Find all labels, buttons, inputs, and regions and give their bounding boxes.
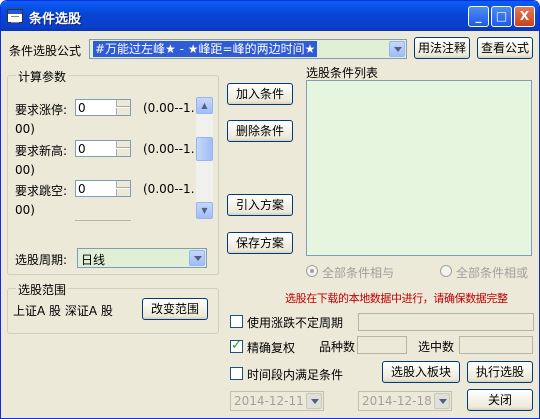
param-spinner[interactable]: 0: [75, 99, 131, 116]
unfixed-period-label: 使用涨跌不定周期: [247, 316, 344, 330]
params-group-label: 计算参数: [16, 68, 69, 85]
unfixed-period-checkbox[interactable]: [230, 315, 243, 328]
radio-all-and[interactable]: [306, 265, 318, 277]
param-range-end: 00): [15, 163, 35, 177]
param-range: (0.00--1.: [143, 142, 195, 156]
radio-all-or-label: 全部条件相或: [456, 266, 529, 280]
execute-selection-button[interactable]: 执行选股: [467, 361, 533, 383]
title-bar[interactable]: 条件选股 _ □ X: [1, 1, 539, 31]
date-to-picker[interactable]: 2014-12-18: [358, 391, 452, 411]
period-satisfy-checkbox[interactable]: [230, 367, 243, 380]
param-spinner[interactable]: 0: [75, 140, 131, 157]
period-label: 选股周期:: [15, 253, 68, 267]
param-value: 0: [78, 142, 86, 156]
range-group-label: 选股范围: [16, 281, 69, 298]
scroll-down-icon[interactable]: ▼: [196, 202, 213, 219]
date-from-picker[interactable]: 2014-12-11: [230, 391, 324, 411]
condition-stock-selection-window: 条件选股 _ □ X 条件选股公式 #万能过左峰★ - ★峰距=峰的两边时间★ …: [0, 0, 540, 419]
param-label: 要求涨停:: [15, 103, 68, 117]
chevron-down-icon[interactable]: [434, 393, 450, 409]
period-satisfy-label: 时间段内满足条件: [247, 368, 344, 382]
param-spinner[interactable]: 0: [75, 180, 131, 197]
chevron-down-icon[interactable]: [389, 41, 405, 57]
spin-down-icon[interactable]: [116, 108, 130, 115]
app-window-icon: [7, 9, 23, 23]
window-title: 条件选股: [29, 12, 82, 27]
spin-down-icon[interactable]: [116, 189, 130, 196]
close-window-button[interactable]: X: [514, 6, 535, 27]
precise-adjust-label: 精确复权: [247, 341, 296, 355]
period-value: 日线: [81, 253, 106, 267]
add-to-block-button[interactable]: 选股入板块: [382, 361, 460, 383]
radio-all-and-label: 全部条件相与: [322, 266, 395, 280]
param-label: 要求跳空:: [15, 184, 68, 198]
scroll-thumb[interactable]: [196, 137, 213, 161]
param-divider: [75, 220, 131, 221]
param-value: 0: [78, 101, 86, 115]
selected-label: 选中数: [418, 340, 455, 354]
range-text: 上证A 股 深证A 股: [13, 304, 113, 318]
param-range-end: 00): [15, 203, 35, 217]
date-to-value: 2014-12-18: [362, 394, 432, 408]
close-button[interactable]: 关闭: [467, 389, 533, 411]
param-label: 要求新高:: [15, 144, 68, 158]
precise-adjust-checkbox[interactable]: [230, 338, 243, 353]
spin-up-icon[interactable]: [116, 141, 130, 148]
delete-condition-button[interactable]: 删除条件: [227, 120, 293, 142]
varieties-count: [357, 336, 407, 354]
condition-list-label: 选股条件列表: [306, 66, 379, 80]
unfixed-period-field: [358, 313, 534, 331]
save-plan-button[interactable]: 保存方案: [227, 232, 293, 254]
data-notice: 选股在下载的本地数据中进行，请确保数据完整: [285, 292, 508, 305]
minimize-button[interactable]: _: [468, 6, 489, 27]
condition-list[interactable]: [306, 80, 532, 256]
usage-notes-button[interactable]: 用法注释: [414, 37, 470, 59]
formula-selected-text: #万能过左峰★ - ★峰距=峰的两边时间★: [93, 41, 318, 57]
add-condition-button[interactable]: 加入条件: [227, 83, 293, 105]
params-scrollbar[interactable]: ▲ ▼: [196, 97, 213, 219]
view-formula-button[interactable]: 查看公式: [477, 37, 533, 59]
period-select[interactable]: 日线: [77, 248, 207, 268]
chevron-down-icon[interactable]: [306, 393, 322, 409]
param-range: (0.00--1.: [143, 101, 195, 115]
param-range: (0.00--1.: [143, 182, 195, 196]
param-value: 0: [78, 182, 86, 196]
date-from-value: 2014-12-11: [234, 394, 304, 408]
formula-label: 条件选股公式: [9, 44, 82, 58]
param-range-end: 00): [15, 122, 35, 136]
maximize-button[interactable]: □: [491, 6, 512, 27]
spin-up-icon[interactable]: [116, 181, 130, 188]
change-range-button[interactable]: 改变范围: [142, 298, 208, 320]
varieties-label: 品种数: [319, 340, 356, 354]
radio-all-or[interactable]: [440, 265, 452, 277]
scroll-up-icon[interactable]: ▲: [196, 97, 213, 114]
formula-select[interactable]: #万能过左峰★ - ★峰距=峰的两边时间★: [89, 39, 407, 59]
spin-down-icon[interactable]: [116, 149, 130, 156]
selected-count: [459, 336, 533, 354]
import-plan-button[interactable]: 引入方案: [227, 194, 293, 216]
spin-up-icon[interactable]: [116, 100, 130, 107]
chevron-down-icon[interactable]: [189, 250, 205, 266]
